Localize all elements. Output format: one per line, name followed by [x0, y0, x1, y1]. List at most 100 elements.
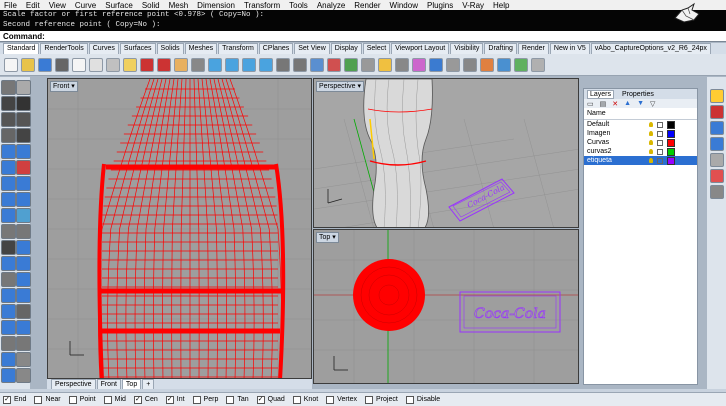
- osnap-checkbox[interactable]: [365, 395, 374, 404]
- osnap-checkbox[interactable]: [405, 395, 414, 404]
- toolbar-tab-viewport-layout[interactable]: Viewport Layout: [391, 43, 450, 54]
- layer-visibility-icon[interactable]: [649, 131, 653, 136]
- toolbox-tool-icon[interactable]: [1, 128, 16, 143]
- toolbox-tool-icon[interactable]: [16, 304, 31, 319]
- front-viewport[interactable]: Front ▾: [47, 78, 312, 379]
- layer-color-swatch[interactable]: [667, 138, 675, 147]
- dock-tool-icon[interactable]: [710, 169, 724, 183]
- menu-item-plugins[interactable]: Plugins: [427, 1, 453, 10]
- toolbar-tool-icon[interactable]: [157, 57, 171, 72]
- menu-item-surface[interactable]: Surface: [105, 1, 133, 10]
- osnap-checkbox[interactable]: ✓: [133, 395, 142, 404]
- toolbar-tab-display[interactable]: Display: [330, 43, 362, 54]
- toolbox-tool-icon[interactable]: [16, 320, 31, 335]
- tab-properties[interactable]: Properties: [620, 91, 656, 98]
- filter-icon[interactable]: ▽: [650, 100, 655, 108]
- osnap-checkbox[interactable]: ✓: [256, 395, 265, 404]
- menu-item-mesh[interactable]: Mesh: [169, 1, 189, 10]
- osnap-cen[interactable]: ✓ Cen: [133, 395, 158, 404]
- layer-visibility-icon[interactable]: [649, 122, 653, 127]
- toolbox-tool-icon[interactable]: [16, 352, 31, 367]
- toolbox-tool-icon[interactable]: [16, 192, 31, 207]
- toolbar-tab-set-view[interactable]: Set View: [294, 43, 330, 54]
- dock-tool-icon[interactable]: [710, 105, 724, 119]
- layer-lock-icon[interactable]: [657, 139, 663, 146]
- toolbar-tab-rendertools[interactable]: RenderTools: [40, 43, 88, 54]
- toolbox-tool-icon[interactable]: [1, 352, 16, 367]
- layer-color-swatch[interactable]: [667, 129, 675, 138]
- delete-layer-icon[interactable]: ✕: [612, 100, 618, 108]
- osnap-vertex[interactable]: Vertex: [326, 395, 357, 404]
- toolbox-tool-icon[interactable]: [1, 144, 16, 159]
- toolbox-tool-icon[interactable]: [16, 256, 31, 271]
- toolbar-tab-drafting[interactable]: Drafting: [484, 43, 517, 54]
- toolbox-tool-icon[interactable]: [1, 192, 16, 207]
- toolbox-tool-icon[interactable]: [16, 208, 31, 223]
- new-layer-icon[interactable]: ▭: [587, 100, 594, 108]
- toolbox-tool-icon[interactable]: [1, 112, 16, 127]
- osnap-quad[interactable]: ✓ Quad: [256, 395, 285, 404]
- command-line[interactable]: Command:: [0, 31, 726, 42]
- toolbar-tool-icon[interactable]: [276, 57, 290, 72]
- perspective-label[interactable]: Coca-Cola: [448, 178, 515, 222]
- viewport-tab-top[interactable]: Top: [121, 379, 142, 389]
- osnap-perp[interactable]: Perp: [192, 395, 218, 404]
- new-sublayer-icon[interactable]: ▤: [600, 100, 607, 108]
- menu-item-window[interactable]: Window: [390, 1, 418, 10]
- toolbox-tool-icon[interactable]: [16, 160, 31, 175]
- toolbar-tool-icon[interactable]: [38, 57, 52, 72]
- layer-color-swatch[interactable]: [667, 147, 675, 156]
- osnap-checkbox[interactable]: ✓: [165, 395, 174, 404]
- toolbar-tool-icon[interactable]: [72, 57, 86, 72]
- toolbox-tool-icon[interactable]: [1, 208, 16, 223]
- toolbar-tab-surfaces[interactable]: Surfaces: [119, 43, 156, 54]
- toolbar-tool-icon[interactable]: [344, 57, 358, 72]
- toolbar-tool-icon[interactable]: [242, 57, 256, 72]
- toolbar-tool-icon[interactable]: [191, 57, 205, 72]
- bottle-top-view[interactable]: [353, 259, 425, 331]
- toolbar-tool-icon[interactable]: [378, 57, 392, 72]
- toolbar-tab-meshes[interactable]: Meshes: [184, 43, 218, 54]
- toolbar-tool-icon[interactable]: [463, 57, 477, 72]
- menu-item-file[interactable]: File: [4, 1, 17, 10]
- toolbar-tool-icon[interactable]: [446, 57, 460, 72]
- layer-row-curvas2[interactable]: curvas2: [584, 147, 697, 156]
- layer-lock-icon[interactable]: [657, 130, 663, 137]
- toolbar-tab-select[interactable]: Select: [362, 43, 391, 54]
- toolbox-tool-icon[interactable]: [16, 288, 31, 303]
- layer-visibility-icon[interactable]: [649, 140, 653, 145]
- toolbar-tool-icon[interactable]: [123, 57, 137, 72]
- menu-item-transform[interactable]: Transform: [244, 1, 280, 10]
- dock-tool-icon[interactable]: [710, 121, 724, 135]
- toolbar-tool-icon[interactable]: [21, 57, 35, 72]
- toolbar-tool-icon[interactable]: [225, 57, 239, 72]
- osnap-near[interactable]: Near: [34, 395, 61, 404]
- layer-visibility-icon[interactable]: [649, 158, 653, 163]
- layer-lock-icon[interactable]: [657, 157, 663, 164]
- menu-item-dimension[interactable]: Dimension: [197, 1, 235, 10]
- toolbox-tool-icon[interactable]: [1, 304, 16, 319]
- toolbox-tool-icon[interactable]: [16, 144, 31, 159]
- toolbox-tool-icon[interactable]: [16, 96, 31, 111]
- toolbox-tool-icon[interactable]: [1, 256, 16, 271]
- toolbar-tool-icon[interactable]: [429, 57, 443, 72]
- menu-item-render[interactable]: Render: [354, 1, 380, 10]
- toolbar-tool-icon[interactable]: [140, 57, 154, 72]
- dock-tool-icon[interactable]: [710, 153, 724, 167]
- toolbar-tool-icon[interactable]: [531, 57, 545, 72]
- move-up-icon[interactable]: ▲: [624, 100, 631, 107]
- toolbar-tool-icon[interactable]: [55, 57, 69, 72]
- viewport-title-front[interactable]: Front ▾: [50, 81, 78, 92]
- toolbar-tool-icon[interactable]: [327, 57, 341, 72]
- menu-item-help[interactable]: Help: [493, 1, 509, 10]
- menu-item-view[interactable]: View: [49, 1, 66, 10]
- toolbar-tool-icon[interactable]: [293, 57, 307, 72]
- toolbar-tab-cplanes[interactable]: CPlanes: [258, 43, 294, 54]
- toolbox-tool-icon[interactable]: [16, 224, 31, 239]
- layer-color-swatch[interactable]: [667, 156, 675, 165]
- viewport-title-top[interactable]: Top ▾: [316, 232, 339, 243]
- viewport-tab-front[interactable]: Front: [96, 379, 121, 389]
- viewport-tab-perspective[interactable]: Perspective: [51, 379, 96, 389]
- toolbar-tool-icon[interactable]: [208, 57, 222, 72]
- toolbar-tool-icon[interactable]: [106, 57, 120, 72]
